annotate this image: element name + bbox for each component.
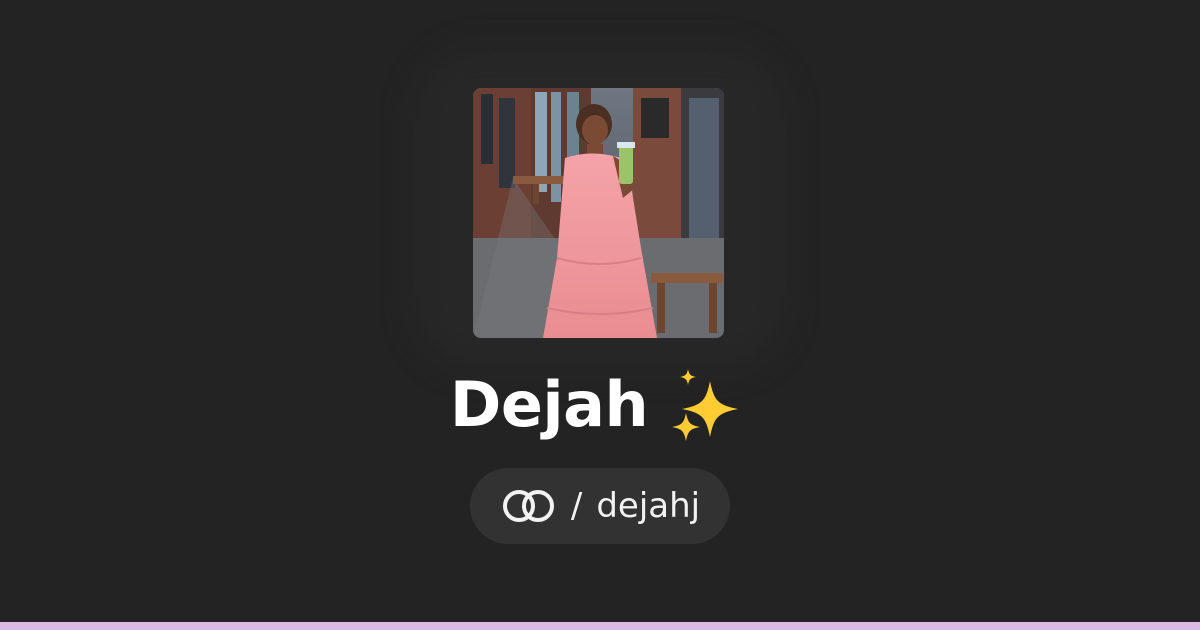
sparkles-icon: [672, 369, 739, 441]
username-link[interactable]: / dejahj: [470, 468, 730, 544]
profile-photo-icon: [473, 88, 724, 338]
linked-rings-logo-icon: [502, 490, 554, 522]
profile-avatar: [473, 88, 724, 338]
display-name: Dejah: [449, 368, 649, 441]
username-separator: /: [570, 486, 583, 526]
bottom-accent-bar: [0, 622, 1200, 630]
profile-title-row: Dejah: [0, 360, 1200, 450]
username: dejahj: [596, 486, 701, 526]
profile-share-card: Dejah / dejahj: [0, 0, 1200, 630]
